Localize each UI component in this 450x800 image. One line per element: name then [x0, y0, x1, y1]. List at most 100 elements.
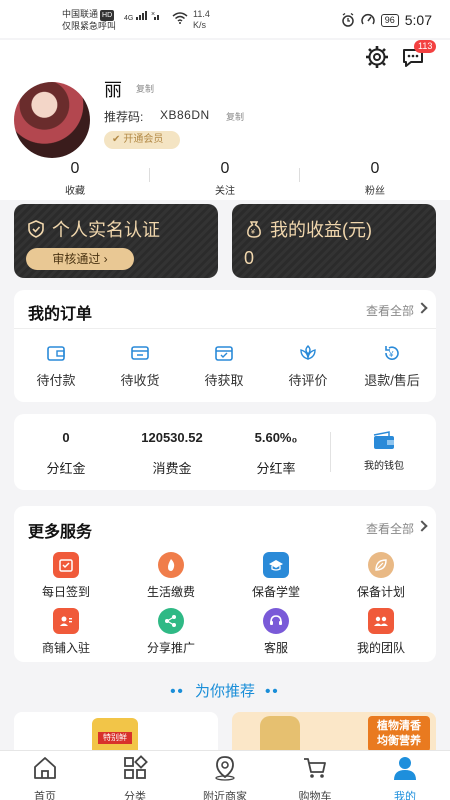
- stat-value: 0: [220, 160, 230, 177]
- services-card: 更多服务 查看全部 每日签到 生活缴费 保备学堂 保备计划 商铺入驻 分享推广 …: [14, 506, 436, 662]
- tab-cart[interactable]: 购物车: [270, 755, 360, 800]
- orders-see-all[interactable]: 查看全部: [366, 302, 414, 319]
- dots-decoration: ••: [265, 683, 280, 700]
- bottom-tab-bar: 首页 分类 附近商家 购物车 我的: [0, 750, 450, 800]
- stat-fans[interactable]: 0 粉丝: [300, 160, 450, 197]
- orders-card: 我的订单 查看全部 待付款 待收货 待获取 待评价 ¥ 退款/售后: [14, 290, 436, 402]
- stat-value: 0: [70, 160, 80, 177]
- status-bar: 中国联通 HD 仅限紧急呼叫 4G × 11.4 K/s 96 5:07: [0, 0, 450, 38]
- copy-name-button[interactable]: 复制: [136, 82, 154, 95]
- stat-label: 粉丝: [365, 186, 385, 197]
- tab-mine[interactable]: 我的: [360, 755, 450, 800]
- services-see-all[interactable]: 查看全部: [366, 520, 414, 537]
- earnings-card[interactable]: ¥ 我的收益(元) 0: [232, 204, 436, 278]
- hd-badge: HD: [100, 10, 115, 21]
- emergency-text: 仅限紧急呼叫: [62, 21, 117, 31]
- alarm-icon: [341, 13, 354, 27]
- user-name: 丽: [104, 80, 122, 100]
- status-right: 96 5:07: [341, 12, 432, 28]
- divider: [330, 432, 331, 472]
- carrier-name: 中国联通: [62, 9, 99, 19]
- verify-title: 个人实名认证: [52, 220, 160, 240]
- svg-text:¥: ¥: [388, 350, 394, 359]
- gear-icon[interactable]: [364, 44, 390, 70]
- service-daily-checkin[interactable]: 每日签到: [16, 552, 116, 600]
- service-merchant-join[interactable]: 商铺入驻: [16, 608, 116, 656]
- divider: [14, 328, 436, 329]
- money-bag-icon: ¥: [247, 221, 261, 238]
- stat-following[interactable]: 0 关注: [150, 160, 300, 197]
- signal-icon: 4G ×: [124, 10, 162, 22]
- wifi-icon: [172, 12, 188, 26]
- stat-label: 收藏: [65, 186, 85, 197]
- leaf-icon: [368, 552, 394, 578]
- speedometer-icon: [361, 14, 375, 25]
- graduation-icon: [263, 552, 289, 578]
- recommend-header: •• 为你推荐 ••: [0, 680, 450, 701]
- vip-icon: ✔: [112, 134, 121, 145]
- recommend-title: 为你推荐: [194, 683, 255, 700]
- tab-nearby[interactable]: 附近商家: [180, 755, 270, 800]
- my-wallet-button[interactable]: 我的钱包: [344, 430, 424, 472]
- refund-icon: ¥: [385, 346, 399, 360]
- stat-label: 关注: [215, 186, 235, 197]
- wallet-icon: [373, 431, 394, 449]
- message-button[interactable]: 113: [400, 40, 437, 72]
- referral-label: 推荐码:: [104, 110, 144, 124]
- order-pending-review[interactable]: 待评价: [266, 342, 350, 389]
- orders-title: 我的订单: [28, 306, 93, 323]
- order-pending-receipt[interactable]: 待收货: [98, 342, 182, 389]
- consumption-value: 120530.52: [141, 430, 203, 445]
- service-share[interactable]: 分享推广: [121, 608, 221, 656]
- copy-referral-button[interactable]: 复制: [226, 110, 244, 123]
- order-pending-payment[interactable]: 待付款: [14, 342, 98, 389]
- svg-text:×: ×: [151, 11, 155, 18]
- product-card[interactable]: 植物清香 均衡营养: [232, 712, 436, 752]
- home-icon: [34, 757, 56, 779]
- user-icon: [394, 757, 416, 780]
- service-customer-support[interactable]: 客服: [226, 608, 326, 656]
- vip-button[interactable]: ✔ 开通会员: [104, 131, 180, 149]
- tab-home[interactable]: 首页: [0, 755, 90, 800]
- product-card[interactable]: 特别鲜: [14, 712, 218, 752]
- dots-decoration: ••: [170, 683, 185, 700]
- flame-icon: [158, 552, 184, 578]
- consumption-label: 消费金: [152, 461, 192, 476]
- flower-icon: [300, 345, 316, 360]
- calendar-icon: [53, 552, 79, 578]
- services-title: 更多服务: [28, 524, 93, 541]
- product-image: 特别鲜: [92, 718, 138, 752]
- service-my-team[interactable]: 我的团队: [331, 608, 431, 656]
- wallet-card: 0 分红金 120530.52 消费金 5.60%₀ 分红率 我的钱包: [14, 414, 436, 490]
- location-icon: [215, 756, 235, 781]
- chevron-right-icon[interactable]: [416, 302, 428, 314]
- profile-section: 113 丽 复制 推荐码: XB86DN 复制 ✔ 开通会员 0 收藏 0 关注 …: [0, 40, 450, 200]
- stat-favorites[interactable]: 0 收藏: [0, 160, 150, 197]
- referral-code: XB86DN: [160, 108, 210, 122]
- stats-row: 0 收藏 0 关注 0 粉丝: [0, 160, 450, 200]
- earnings-title: 我的收益(元): [270, 220, 372, 240]
- order-refund[interactable]: ¥ 退款/售后: [350, 342, 434, 389]
- message-badge: 113: [414, 40, 437, 53]
- product-slogan: 植物清香 均衡营养: [368, 716, 430, 752]
- tab-category[interactable]: 分类: [90, 755, 180, 800]
- avatar[interactable]: [14, 82, 90, 158]
- rate-label: 分红率: [256, 461, 296, 476]
- vip-label: 开通会员: [123, 134, 164, 145]
- box-icon: [215, 346, 233, 361]
- svg-text:¥: ¥: [251, 229, 255, 236]
- wallet-icon: [47, 346, 65, 361]
- verify-card[interactable]: 个人实名认证 审核通过 ›: [14, 204, 218, 278]
- team-icon: [368, 608, 394, 634]
- chevron-right-icon[interactable]: [416, 520, 428, 532]
- service-plan[interactable]: 保备计划: [331, 552, 431, 600]
- battery-icon: 96: [380, 13, 399, 27]
- user-card-icon: [53, 608, 79, 634]
- share-icon: [158, 608, 184, 634]
- header-actions: 113: [360, 40, 437, 72]
- net-speed: 11.4 K/s: [193, 9, 210, 30]
- service-utility-payment[interactable]: 生活缴费: [121, 552, 221, 600]
- service-school[interactable]: 保备学堂: [226, 552, 326, 600]
- order-pending-pickup[interactable]: 待获取: [182, 342, 266, 389]
- audit-status-button[interactable]: 审核通过 ›: [26, 248, 134, 270]
